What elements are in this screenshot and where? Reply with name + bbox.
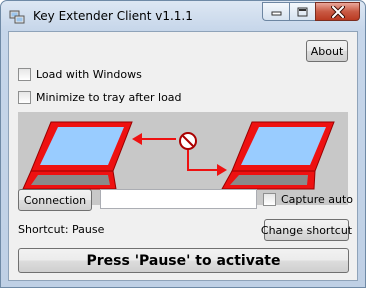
connection-button[interactable]: Connection bbox=[18, 189, 92, 211]
maximize-icon bbox=[297, 7, 308, 16]
activate-button[interactable]: Press 'Pause' to activate bbox=[18, 248, 349, 273]
client-area: About Load with Windows Minimize to tray… bbox=[8, 31, 358, 281]
minimize-to-tray-label: Minimize to tray after load bbox=[36, 91, 182, 104]
laptop-icon bbox=[22, 121, 133, 190]
app-window: Key Extender Client v1.1.1 About Load wi… bbox=[0, 0, 366, 288]
window-title: Key Extender Client v1.1.1 bbox=[33, 9, 193, 23]
title-bar[interactable]: Key Extender Client v1.1.1 bbox=[1, 1, 365, 31]
minimize-icon bbox=[271, 11, 281, 16]
close-icon bbox=[330, 5, 345, 18]
minimize-button[interactable] bbox=[262, 2, 289, 21]
about-button[interactable]: About bbox=[306, 40, 348, 62]
capture-auto-option[interactable]: Capture auto bbox=[263, 193, 353, 206]
close-button[interactable] bbox=[315, 2, 360, 21]
shortcut-label: Shortcut: bbox=[18, 223, 69, 236]
minimize-to-tray-checkbox[interactable] bbox=[18, 91, 31, 104]
capture-auto-label: Capture auto bbox=[281, 193, 353, 206]
key-extender-app-icon bbox=[9, 10, 25, 24]
laptop-icon bbox=[221, 121, 335, 190]
load-with-windows-option[interactable]: Load with Windows bbox=[18, 68, 142, 81]
connection-input[interactable] bbox=[100, 189, 257, 209]
capture-auto-checkbox[interactable] bbox=[263, 193, 276, 206]
load-with-windows-checkbox[interactable] bbox=[18, 68, 31, 81]
minimize-to-tray-option[interactable]: Minimize to tray after load bbox=[18, 91, 182, 104]
maximize-button[interactable] bbox=[289, 2, 315, 21]
load-with-windows-label: Load with Windows bbox=[36, 68, 142, 81]
shortcut-value: Pause bbox=[72, 223, 105, 236]
change-shortcut-button[interactable]: Change shortcut bbox=[261, 219, 352, 241]
disconnected-icon bbox=[132, 132, 227, 176]
